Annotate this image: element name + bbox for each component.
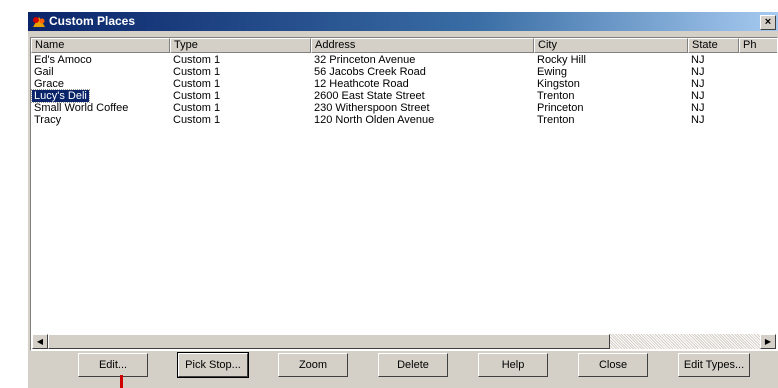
delete-button[interactable]: Delete	[378, 353, 448, 377]
cell-type: Custom 1	[173, 90, 221, 102]
cell-state: NJ	[691, 78, 705, 90]
cell-city: Trenton	[537, 90, 575, 102]
cell-city: Kingston	[537, 78, 580, 90]
cell-type: Custom 1	[173, 66, 221, 78]
cell-type: Custom 1	[173, 54, 221, 66]
cell-state: NJ	[691, 66, 705, 78]
places-list[interactable]: Name Type Address City State Ph Ed's Amo…	[30, 37, 778, 351]
scroll-track[interactable]	[610, 334, 760, 349]
table-row[interactable]: Gail Custom 1 56 Jacobs Creek Road Ewing…	[31, 66, 777, 78]
cell-address: 32 Princeton Avenue	[314, 54, 416, 66]
column-header-city[interactable]: City	[534, 38, 688, 53]
zoom-button[interactable]: Zoom	[278, 353, 348, 377]
table-row[interactable]: Small World Coffee Custom 1 230 Withersp…	[31, 102, 777, 114]
cell-address: 12 Heathcote Road	[314, 78, 409, 90]
scroll-thumb[interactable]	[48, 334, 610, 349]
cell-name: Tracy	[34, 114, 62, 126]
edit-button[interactable]: Edit...	[78, 353, 148, 377]
cell-name: Small World Coffee	[34, 102, 129, 114]
close-icon[interactable]: ×	[760, 15, 776, 30]
column-header-name[interactable]: Name	[31, 38, 170, 53]
cell-city: Ewing	[537, 66, 567, 78]
column-header-state[interactable]: State	[688, 38, 739, 53]
cell-type: Custom 1	[173, 102, 221, 114]
title-bar[interactable]: Custom Places ×	[28, 12, 778, 31]
column-header-phone[interactable]: Ph	[739, 38, 777, 53]
cell-address: 2600 East State Street	[314, 90, 425, 102]
cell-name: Ed's Amoco	[34, 54, 92, 66]
table-row-selected[interactable]: Lucy's Deli Custom 1 2600 East State Str…	[31, 89, 777, 103]
pick-stop-button[interactable]: Pick Stop...	[177, 352, 249, 378]
help-button[interactable]: Help	[478, 353, 548, 377]
list-header: Name Type Address City State Ph	[31, 38, 777, 53]
cell-type: Custom 1	[173, 78, 221, 90]
column-header-type[interactable]: Type	[170, 38, 311, 53]
table-row[interactable]: Tracy Custom 1 120 North Olden Avenue Tr…	[31, 114, 777, 126]
pointer-marker	[120, 375, 123, 388]
cell-city: Trenton	[537, 114, 575, 126]
window-title: Custom Places	[49, 14, 136, 28]
horizontal-scrollbar[interactable]: ◀ ▶	[32, 334, 776, 349]
custom-places-window: Custom Places × Name Type Address City S…	[28, 12, 778, 388]
edit-types-button[interactable]: Edit Types...	[678, 353, 750, 377]
places-app-icon	[33, 17, 45, 27]
cell-state: NJ	[691, 54, 705, 66]
table-row[interactable]: Ed's Amoco Custom 1 32 Princeton Avenue …	[31, 54, 777, 66]
table-row[interactable]: Grace Custom 1 12 Heathcote Road Kingsto…	[31, 78, 777, 90]
cell-state: NJ	[691, 102, 705, 114]
cell-address: 56 Jacobs Creek Road	[314, 66, 426, 78]
close-button[interactable]: Close	[578, 353, 648, 377]
cell-name: Gail	[34, 66, 54, 78]
cell-address: 120 North Olden Avenue	[314, 114, 435, 126]
scroll-left-icon[interactable]: ◀	[32, 334, 48, 349]
cell-state: NJ	[691, 90, 705, 102]
scroll-right-icon[interactable]: ▶	[760, 334, 776, 349]
cell-name: Grace	[34, 78, 64, 90]
cell-state: NJ	[691, 114, 705, 126]
column-header-address[interactable]: Address	[311, 38, 534, 53]
cell-city: Princeton	[537, 102, 584, 114]
cell-address: 230 Witherspoon Street	[314, 102, 430, 114]
cell-city: Rocky Hill	[537, 54, 586, 66]
cell-type: Custom 1	[173, 114, 221, 126]
cell-name: Lucy's Deli	[31, 89, 90, 103]
